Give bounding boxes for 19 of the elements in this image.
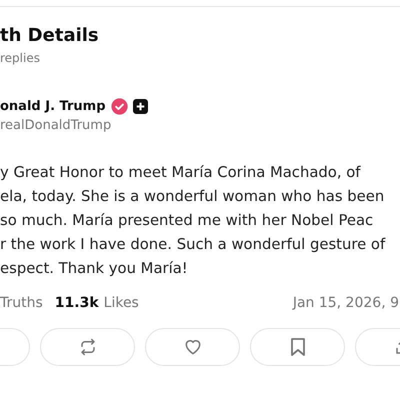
bookmark-button[interactable] [250,328,345,366]
post-text-line: y Great Honor to meet María Corina Machado, of [0,163,362,183]
post-text-line: so much. María presented me with her Nobel Peac [0,211,374,231]
author-handle: realDonaldTrump [0,118,112,133]
repost-icon [78,338,96,356]
like-button[interactable] [145,328,240,366]
replies-label: replies [0,51,41,65]
author-name: onald J. Trump [0,99,106,114]
post-text-line: r the work I have done. Such a wonderful gesture of [0,235,386,255]
likes-label: Likes [104,295,139,311]
post-text-line: ela, today. She is a wonderful woman who has been [0,187,386,207]
repost-button[interactable] [40,328,135,366]
truths-label: Truths [0,295,43,311]
bookmark-icon [290,337,306,357]
likes-count: 11.3k [54,295,99,311]
heart-icon [182,337,202,357]
page-title: th Details [0,24,100,48]
post-timestamp: Jan 15, 2026, 9 [292,295,399,311]
post-text-line: espect. Thank you María! [0,259,189,279]
